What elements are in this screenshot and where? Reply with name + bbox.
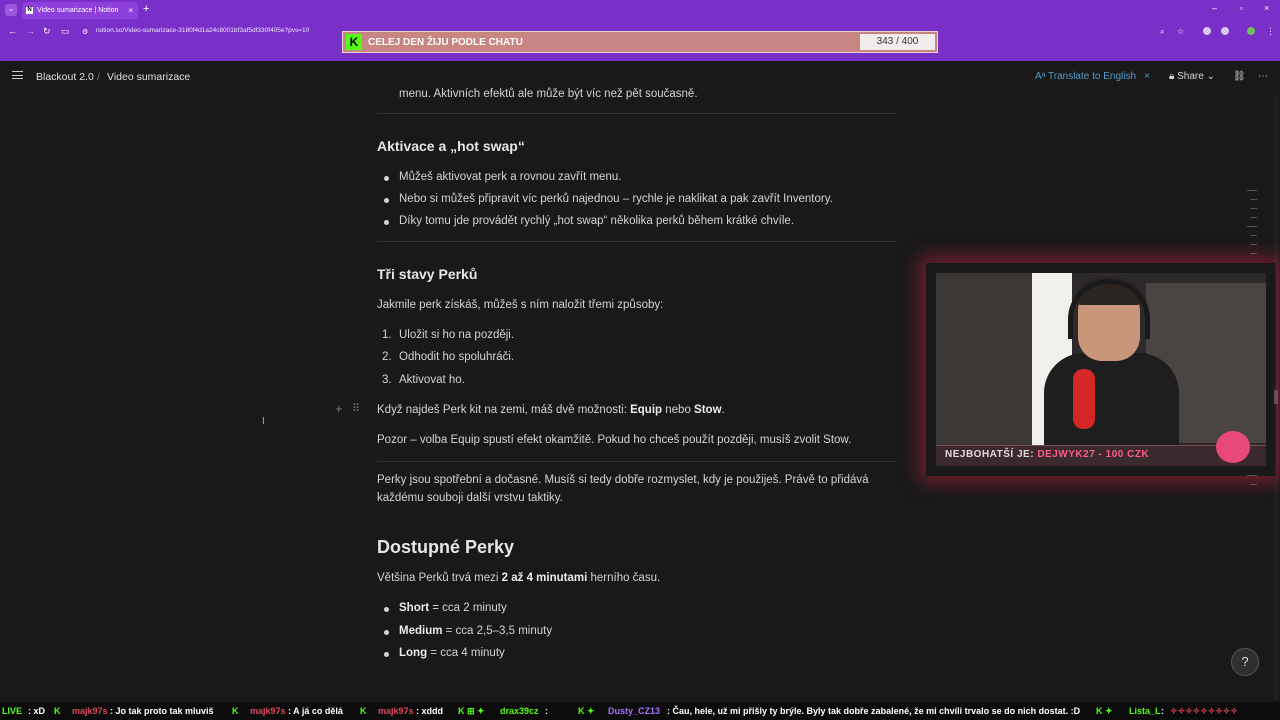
tab-close-icon[interactable]: × bbox=[128, 6, 133, 15]
divider bbox=[377, 461, 897, 462]
chat-ticker: LIVE : xD K majk97s : Jo tak proto tak m… bbox=[0, 702, 1280, 720]
sidebar-menu-icon[interactable] bbox=[12, 71, 23, 79]
reload-icon[interactable]: ↻ bbox=[43, 26, 51, 37]
numbered-item-text: Uložit si ho na později. bbox=[399, 329, 515, 341]
more-options-icon[interactable]: ⋯ bbox=[1258, 71, 1268, 82]
numbered-item-text: Aktivovat ho. bbox=[399, 374, 465, 386]
link-icon[interactable]: ⛓︎ bbox=[1233, 71, 1246, 82]
numbered-item: 3. Aktivovat ho. bbox=[382, 374, 465, 386]
back-icon[interactable]: ← bbox=[8, 26, 17, 36]
ticker-message: : A já co dělá bbox=[288, 706, 343, 716]
bullet-item: Nebo si můžeš připravit víc perků najedn… bbox=[384, 193, 833, 205]
share-label: Share bbox=[1177, 71, 1204, 82]
kick-icon: K bbox=[54, 706, 61, 716]
ticker-message: : xddd bbox=[416, 706, 443, 716]
goal-counter: 343 / 400 bbox=[860, 34, 935, 50]
ticker-message: : bbox=[1161, 706, 1164, 716]
close-window-button[interactable]: × bbox=[1264, 3, 1269, 13]
divider bbox=[377, 113, 897, 114]
chat-goal-bar: K CELEJ DEN ŽIJU PODLE CHATU 343 / 400 bbox=[342, 31, 938, 53]
translate-button[interactable]: A͏ᵃ Translate to English bbox=[1035, 71, 1136, 82]
ticker-user: majk97s bbox=[250, 706, 286, 716]
paragraph-intro: Jakmile perk získáš, můžeš s ním naložit… bbox=[377, 299, 664, 311]
translate-close-icon[interactable]: × bbox=[1144, 71, 1150, 82]
paragraph-fragment: menu. Aktivních efektů ale může být víc … bbox=[399, 88, 698, 100]
kick-logo-icon: K bbox=[346, 34, 362, 50]
profile-avatar[interactable] bbox=[1247, 27, 1255, 35]
paragraph-summary-line: každému souboji další vrstvu taktiky. bbox=[377, 492, 563, 504]
list-number: 3. bbox=[382, 374, 392, 386]
share-button[interactable]: 🔒︎ Share ⌄ bbox=[1169, 71, 1215, 82]
skull-logo-icon bbox=[1216, 431, 1250, 463]
webcam-feed: NEJBOHATŠÍ JE: DEJWYK27 - 100 CZK bbox=[936, 273, 1266, 466]
list-number: 2. bbox=[382, 351, 392, 363]
help-icon: ? bbox=[1241, 654, 1249, 669]
list-number: 1. bbox=[382, 329, 392, 341]
numbered-item: 1. Uložit si ho na později. bbox=[382, 329, 515, 341]
ticker-user: majk97s bbox=[378, 706, 414, 716]
kick-icon: K ✦ bbox=[578, 706, 595, 716]
ticker-user: Dusty_CZ13 bbox=[608, 706, 661, 716]
kick-icon: K bbox=[360, 706, 367, 716]
site-info-icon[interactable]: ⚙ bbox=[82, 28, 88, 36]
bullet-item: Long = cca 4 minuty bbox=[384, 647, 505, 659]
bullet-item: Můžeš aktivovat perk a rovnou zavřít men… bbox=[383, 171, 622, 183]
tab-title: Video sumarizace | Notion bbox=[37, 7, 119, 14]
ticker-user: majk97s bbox=[72, 706, 108, 716]
ticker-message: : bbox=[545, 706, 548, 716]
kick-icon: K ✦ bbox=[1096, 706, 1113, 716]
paragraph-duration: Většina Perků trvá mezi 2 až 4 minutami … bbox=[377, 572, 661, 584]
paragraph-summary-line: Perky jsou spotřební a dočasné. Musíš si… bbox=[377, 474, 869, 486]
microphone-icon bbox=[1073, 369, 1095, 429]
translate-label: Translate to English bbox=[1048, 71, 1137, 82]
sidebar-toggle-icon[interactable]: ▭ bbox=[61, 26, 70, 37]
chevron-down-icon: ⌄ bbox=[1206, 71, 1215, 82]
numbered-item-text: Odhodit ho spoluhráči. bbox=[399, 351, 515, 363]
ticker-user: LIVE bbox=[2, 706, 23, 716]
translate-icon: A͏ᵃ bbox=[1035, 71, 1048, 82]
maximize-button[interactable]: ▫ bbox=[1240, 3, 1243, 13]
help-button[interactable]: ? bbox=[1231, 648, 1259, 676]
extensions-puzzle-icon[interactable] bbox=[1221, 27, 1229, 35]
bullet-item: Díky tomu jde provádět rychlý „hot swap“… bbox=[383, 215, 795, 227]
breadcrumb-page[interactable]: Video sumarizace bbox=[107, 71, 190, 83]
minimize-button[interactable]: – bbox=[1212, 3, 1217, 13]
browser-tab-bar bbox=[0, 0, 1280, 21]
new-tab-button[interactable]: + bbox=[143, 3, 149, 15]
drag-handle-icon[interactable]: ⠿ bbox=[352, 402, 360, 415]
ticker-user: drax39cz bbox=[500, 706, 539, 716]
kick-icon: K bbox=[232, 706, 239, 716]
top-donor-label: NEJBOHATŠÍ JE: DEJWYK27 - 100 CZK bbox=[945, 449, 1150, 460]
text-cursor-icon: I bbox=[262, 416, 265, 427]
ticker-message: : Jo tak proto tak mluviš bbox=[110, 706, 214, 716]
bullet-item: Short = cca 2 minuty bbox=[384, 602, 507, 614]
heading-perk-states: Tři stavy Perků bbox=[377, 266, 478, 282]
heading-activation: Aktivace a „hot swap“ bbox=[377, 138, 525, 154]
ticker-message: : Čau, hele, už mi přišly ty brýle. Byly… bbox=[667, 706, 1081, 716]
divider bbox=[377, 241, 897, 242]
browser-menu-icon[interactable]: ⋮ bbox=[1266, 26, 1275, 37]
bullet-item: Medium = cca 2,5–3,5 minuty bbox=[383, 625, 553, 637]
tab-menu-icon[interactable]: ⌄ bbox=[5, 4, 17, 16]
ticker-message: : xD bbox=[28, 706, 46, 716]
ticker-user: Lista_L bbox=[1129, 706, 1161, 716]
paragraph-perk-kit: Když najdeš Perk kit na zemi, máš dvě mo… bbox=[377, 404, 725, 416]
goal-title: CELEJ DEN ŽIJU PODLE CHATU bbox=[368, 36, 523, 48]
numbered-item: 2. Odhodit ho spoluhráči. bbox=[382, 351, 515, 363]
paragraph-warning: Pozor – volba Equip spustí efekt okamžit… bbox=[377, 434, 852, 446]
emote-row-icon: ✧✧✧✧✧✧✧✧✧ bbox=[1170, 706, 1238, 716]
browser-tab[interactable]: N Video sumarizace | Notion × bbox=[22, 2, 138, 19]
add-block-icon[interactable]: + bbox=[335, 401, 343, 416]
lock-icon: 🔒︎ bbox=[1169, 71, 1175, 82]
extension-icon[interactable] bbox=[1203, 27, 1211, 35]
zoom-icon[interactable]: ⌕ bbox=[1160, 27, 1164, 37]
bookmark-star-icon[interactable]: ☆ bbox=[1177, 27, 1184, 36]
breadcrumb-workspace[interactable]: Blackout 2.0 bbox=[36, 71, 94, 83]
heading-available-perks: Dostupné Perky bbox=[377, 537, 515, 557]
kick-icon: K ⊞ ✦ bbox=[458, 706, 485, 716]
forward-icon[interactable]: → bbox=[26, 26, 35, 36]
url-field[interactable]: notion.so/Video-sumarizace-3180f4d1a24c8… bbox=[96, 27, 309, 34]
breadcrumb-separator: / bbox=[97, 71, 100, 83]
notion-favicon-icon: N bbox=[26, 7, 33, 14]
